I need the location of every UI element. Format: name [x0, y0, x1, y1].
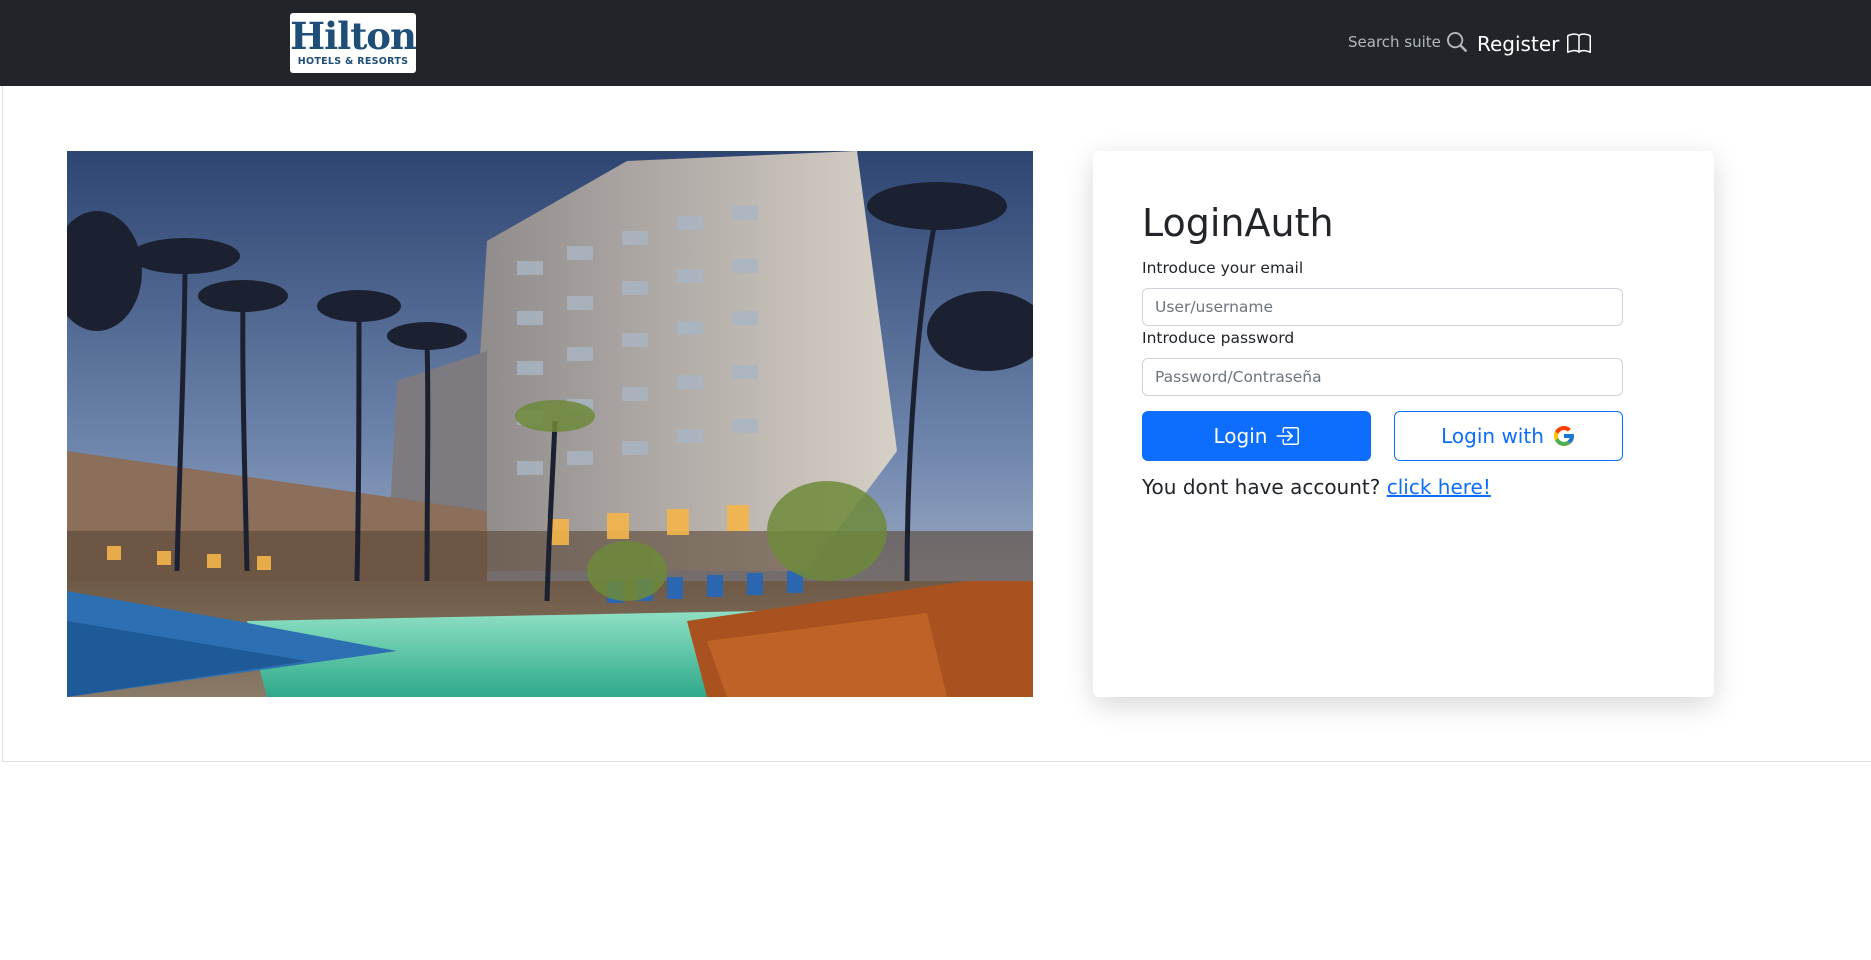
- login-title: LoginAuth: [1142, 201, 1334, 245]
- search-suite-link[interactable]: Search suite: [1348, 28, 1467, 56]
- password-field[interactable]: [1142, 358, 1623, 396]
- login-button-label: Login: [1213, 424, 1268, 448]
- navbar: Hilton HOTELS & RESORTS Search suite Reg…: [0, 0, 1871, 86]
- email-field[interactable]: [1142, 288, 1623, 326]
- hotel-pool-image: [67, 151, 1033, 697]
- register-link[interactable]: Register: [1477, 28, 1592, 60]
- google-login-button[interactable]: Login with: [1394, 411, 1623, 461]
- login-button[interactable]: Login: [1142, 411, 1371, 461]
- account-prompt-text: You dont have account?: [1142, 475, 1381, 499]
- login-card: LoginAuth Introduce your email Introduce…: [1093, 151, 1714, 697]
- box-arrow-in-right-icon: [1276, 427, 1300, 445]
- search-icon: [1446, 32, 1467, 52]
- password-label: Introduce password: [1142, 329, 1295, 347]
- register-label: Register: [1477, 32, 1560, 56]
- google-icon: [1553, 426, 1574, 446]
- book-icon: [1567, 33, 1592, 53]
- register-here-link[interactable]: click here!: [1387, 475, 1491, 499]
- hotel-pool-illustration: [67, 151, 1033, 697]
- hilton-logo[interactable]: Hilton HOTELS & RESORTS: [290, 13, 417, 73]
- account-prompt: You dont have account? click here!: [1142, 473, 1491, 501]
- logo-tagline: HOTELS & RESORTS: [297, 56, 409, 67]
- google-login-label: Login with: [1441, 424, 1544, 448]
- logo-wordmark: Hilton: [290, 14, 417, 58]
- search-suite-label: Search suite: [1348, 33, 1441, 51]
- email-label: Introduce your email: [1142, 259, 1304, 277]
